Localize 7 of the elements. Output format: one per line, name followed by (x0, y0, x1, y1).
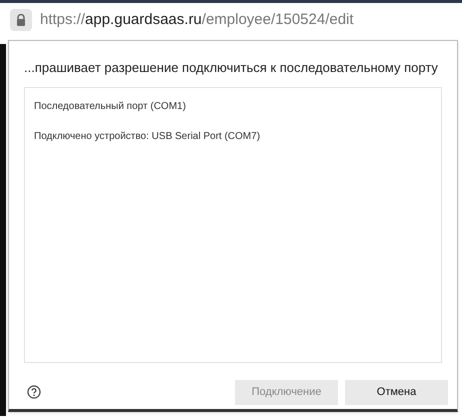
port-item[interactable]: Подключено устройство: USB Serial Port (COM7) (25, 122, 441, 150)
lock-icon[interactable] (10, 9, 32, 31)
help-icon[interactable] (27, 385, 41, 399)
dialog-title: ...прашивает разрешение подключиться к последовательному порту (24, 59, 439, 77)
url-text: https://app.guardsaas.ru/employee/150524/edit (40, 10, 354, 30)
dialog-button[interactable]: Отмена (345, 380, 448, 404)
port-item[interactable]: Последовательный порт (COM1) (25, 92, 441, 120)
